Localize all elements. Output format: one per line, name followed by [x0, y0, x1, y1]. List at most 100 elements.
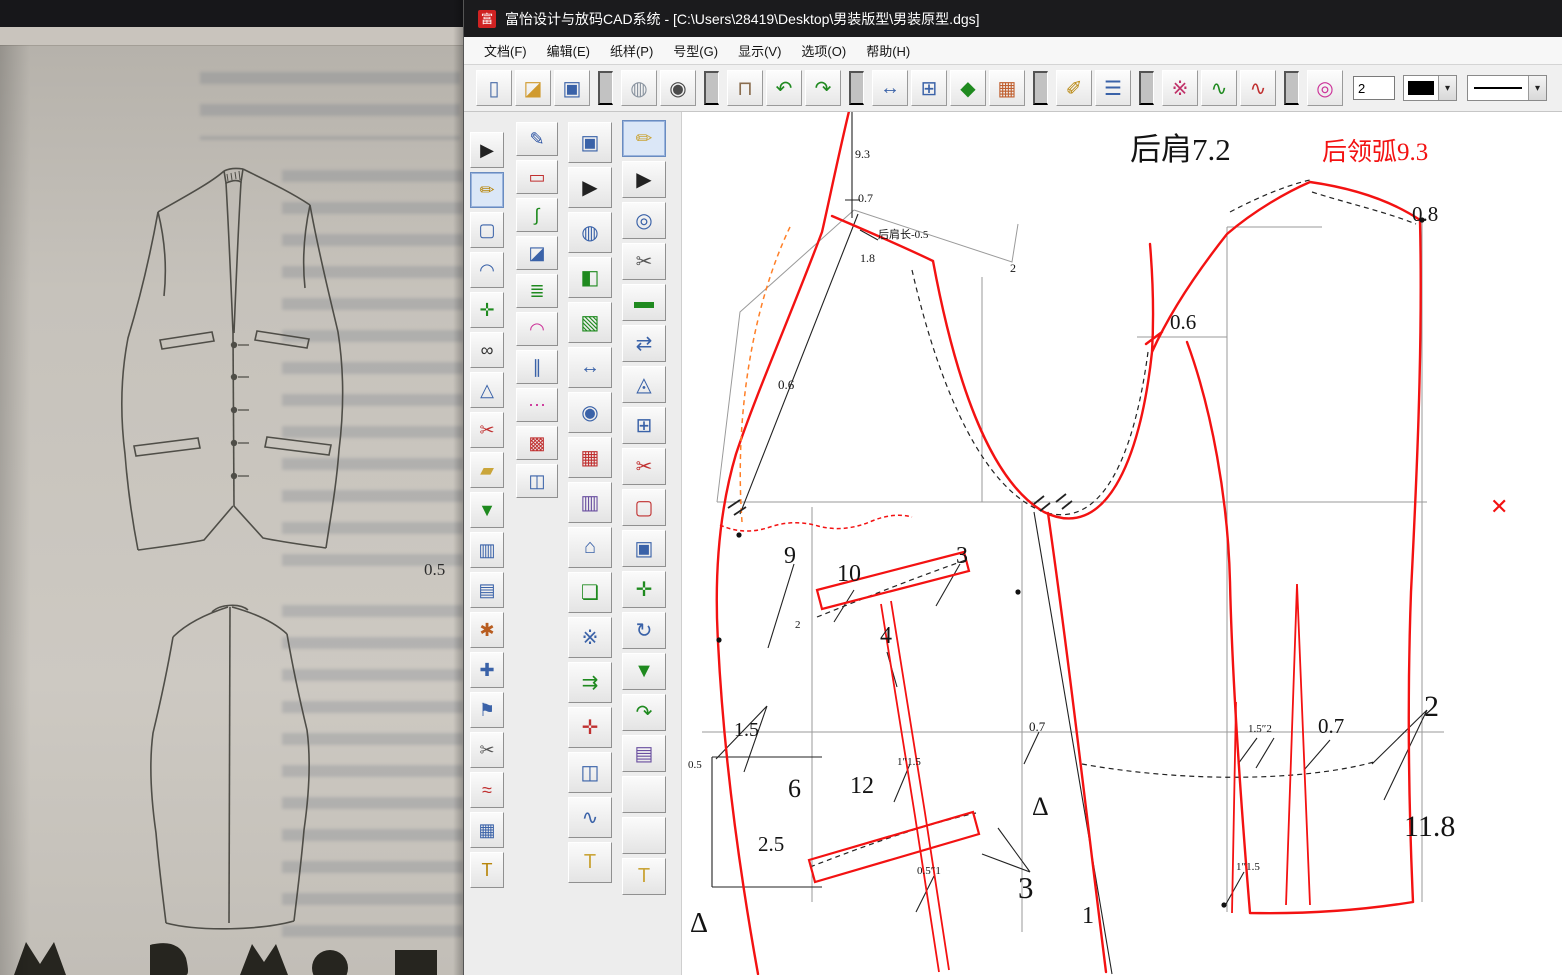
line-width-input[interactable] [1353, 76, 1395, 100]
arc-tool[interactable]: ◠ [470, 252, 504, 288]
stack-tool[interactable]: ▤ [622, 735, 666, 772]
color-select[interactable]: ▾ [1403, 75, 1457, 101]
big-text-tool[interactable]: T [622, 858, 666, 895]
dense-grid-tool[interactable]: ▦ [470, 812, 504, 848]
roll-tool[interactable]: ▥ [470, 532, 504, 568]
menu-item[interactable]: 选项(O) [791, 37, 856, 64]
eraser-tool[interactable]: ▰ [470, 452, 504, 488]
move-piece-tool[interactable]: ◧ [568, 257, 612, 298]
plot-frame-tool[interactable]: ◫ [516, 464, 558, 498]
stripe-tool[interactable]: ▤ [470, 572, 504, 608]
undo-button[interactable]: ↶ [766, 70, 802, 106]
chevron-down-icon[interactable]: ▾ [1528, 76, 1546, 100]
red-scissors-tool[interactable]: ✂ [470, 412, 504, 448]
tool-icon: T [481, 859, 493, 880]
save-file-button[interactable]: ▣ [554, 70, 590, 106]
scissors-tool[interactable]: ✂ [622, 243, 666, 280]
magnifier-tool[interactable]: ◎ [622, 202, 666, 239]
move-tool[interactable]: ✛ [622, 571, 666, 608]
menu-item[interactable]: 编辑(E) [537, 37, 600, 64]
work-table-button[interactable]: ⊓ [727, 70, 763, 106]
zoom-tool[interactable]: ◍ [568, 212, 612, 253]
menu-item[interactable]: 号型(G) [663, 37, 728, 64]
wave-tool[interactable]: ≈ [470, 772, 504, 808]
cross-mark-tool[interactable]: ✛ [568, 707, 612, 748]
tool-icon: ◫ [528, 470, 546, 491]
measure-ruler-button[interactable]: ↔ [872, 70, 908, 106]
shield-button[interactable]: ◆ [950, 70, 986, 106]
spray-mark-tool[interactable]: ※ [568, 617, 612, 658]
chevron-down-icon[interactable]: ▾ [1438, 76, 1456, 100]
text-tool[interactable]: T [470, 852, 504, 888]
dotted-line-tool[interactable]: ⋯ [516, 388, 558, 422]
layout-tool[interactable]: ▥ [568, 482, 612, 523]
swirl-tool[interactable]: ✱ [470, 612, 504, 648]
menu-item[interactable]: 帮助(H) [856, 37, 920, 64]
walk-tool[interactable]: ⇉ [568, 662, 612, 703]
mirror-tool[interactable]: ◬ [622, 366, 666, 403]
menu-item[interactable]: 文档(F) [474, 37, 537, 64]
comb-tool-button[interactable]: ☰ [1095, 70, 1131, 106]
title-bar[interactable]: 富 富怡设计与放码CAD系统 - [C:\Users\28419\Desktop… [464, 0, 1562, 37]
spray-tool-button[interactable]: ◍ [621, 70, 657, 106]
trim-scissors-tool[interactable]: ✂ [470, 732, 504, 768]
sewing-machine-tool[interactable]: ⌂ [568, 527, 612, 568]
dart-transfer-tool[interactable]: ◪ [516, 236, 558, 270]
group-grid-tool[interactable]: ⊞ [622, 407, 666, 444]
red-cut-tool[interactable]: ✂ [622, 448, 666, 485]
pleat-tool[interactable]: ∥ [516, 350, 558, 384]
menu-item[interactable]: 纸样(P) [600, 37, 663, 64]
color-wheel-button[interactable]: ◎ [1307, 70, 1343, 106]
pencil-tool[interactable]: ✏ [470, 172, 504, 208]
select-arrow-tool[interactable]: ▶ [568, 167, 612, 208]
grading-tool[interactable]: ▩ [516, 426, 558, 460]
wave-line-tool[interactable]: ∿ [568, 797, 612, 838]
new-document-button[interactable]: ▯ [476, 70, 512, 106]
empty-slot[interactable] [622, 817, 666, 854]
spacing-tool[interactable]: ↔ [568, 347, 612, 388]
drawing-canvas[interactable]: 9.3 0.7 后肩长-0.5 1.8 后肩7.2 后领弧9.3 0.8 2 0… [681, 112, 1562, 975]
camera-snapshot-button[interactable]: ◉ [660, 70, 696, 106]
copy-tool[interactable]: ◫ [568, 752, 612, 793]
measure-label: 9.3 [855, 147, 870, 161]
curve-shoe-tool[interactable]: ∫ [516, 198, 558, 232]
button-tool[interactable]: ◉ [568, 392, 612, 433]
pocket-tool[interactable]: ▭ [516, 160, 558, 194]
green-pattern-tool[interactable]: ▼ [470, 492, 504, 528]
rotate-tool[interactable]: ↻ [622, 612, 666, 649]
glasses-tool[interactable]: ∞ [470, 332, 504, 368]
design-pencil-tool[interactable]: ✎ [516, 122, 558, 156]
text-letter-tool[interactable]: T [568, 842, 612, 883]
draft-pencil-tool[interactable]: ✏ [622, 120, 666, 157]
compass-tool[interactable]: △ [470, 372, 504, 408]
brush-clean-button[interactable]: ✐ [1056, 70, 1092, 106]
pointer-tool[interactable]: ▶ [622, 161, 666, 198]
curve-arrow-tool[interactable]: ↷ [622, 694, 666, 731]
color-chart-button[interactable]: ※ [1162, 70, 1198, 106]
region-select-tool[interactable]: ▣ [622, 530, 666, 567]
rainbow-tool[interactable]: ◠ [516, 312, 558, 346]
line-style-select[interactable]: ▾ [1467, 75, 1547, 101]
rect-frame-tool[interactable]: ▢ [470, 212, 504, 248]
dashed-frame-tool[interactable]: ▣ [568, 122, 612, 163]
green-curve-button[interactable]: ∿ [1201, 70, 1237, 106]
redo-button[interactable]: ↷ [805, 70, 841, 106]
swap-tool[interactable]: ⇄ [622, 325, 666, 362]
open-file-button[interactable]: ◪ [515, 70, 551, 106]
select-tool[interactable]: ▶ [470, 132, 504, 168]
empty-slot[interactable] [622, 776, 666, 813]
snap-cross-tool[interactable]: ✛ [470, 292, 504, 328]
grid-window-button[interactable]: ⊞ [911, 70, 947, 106]
adjust-plus-tool[interactable]: ✚ [470, 652, 504, 688]
pattern-piece-tool[interactable]: ▼ [622, 653, 666, 690]
red-grid-tool[interactable]: ▦ [568, 437, 612, 478]
image-view-button[interactable]: ▦ [989, 70, 1025, 106]
ruler-tool[interactable]: ▬ [622, 284, 666, 321]
dashed-pocket-tool[interactable]: ▢ [622, 489, 666, 526]
pieces-tool[interactable]: ❏ [568, 572, 612, 613]
red-curve-button[interactable]: ∿ [1240, 70, 1276, 106]
flag-tool[interactable]: ⚑ [470, 692, 504, 728]
stairs-tool[interactable]: ≣ [516, 274, 558, 308]
chart-piece-tool[interactable]: ▧ [568, 302, 612, 343]
menu-item[interactable]: 显示(V) [728, 37, 791, 64]
